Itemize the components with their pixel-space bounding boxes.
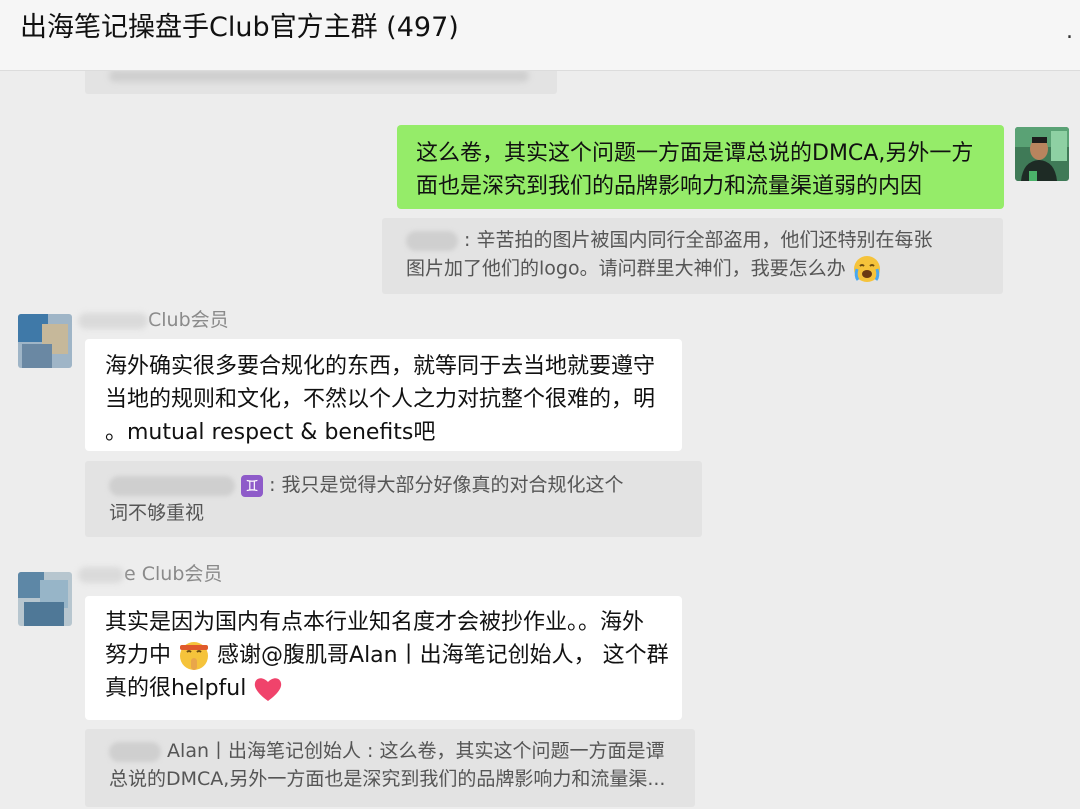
message-bubble[interactable]: 海外确实很多要合规化的东西，就等同于去当地就要遵守 当地的规则和文化，不然以个人… — [85, 339, 682, 451]
chat-title: 出海笔记操盘手Club官方主群 (497) — [20, 12, 459, 43]
quote-text: 总说的DMCA,另外一方面也是深究到我们的品牌影响力和流量渠... — [109, 768, 666, 790]
more-options-icon[interactable]: . — [1066, 18, 1073, 46]
blurred-username — [109, 741, 161, 762]
message-text: 努力中 — [105, 643, 172, 668]
sender-avatar[interactable] — [18, 314, 72, 368]
sender-avatar[interactable] — [18, 572, 72, 626]
message-bubble[interactable]: 其实是因为国内有点本行业知名度才会被抄作业。。海外 努力中 感谢@腹肌哥Alan… — [85, 596, 682, 720]
quote-text: : 我只是觉得大部分好像真的对合规化这个 — [269, 474, 624, 496]
chat-header: 出海笔记操盘手Club官方主群 (497) . — [0, 0, 1080, 71]
quote-block[interactable]: : 辛苦拍的图片被国内同行全部盗用，他们还特别在每张 图片加了他们的logo。请… — [382, 218, 1003, 294]
message-line: 海外确实很多要合规化的东西，就等同于去当地就要遵守 — [105, 354, 656, 379]
quote-text: Alan丨出海笔记创始人 : 这么卷，其实这个问题一方面是谭 — [167, 740, 665, 762]
quote-block[interactable]: Alan丨出海笔记创始人 : 这么卷，其实这个问题一方面是谭 总说的DMCA,另… — [85, 729, 695, 807]
quote-block[interactable]: ♊ : 我只是觉得大部分好像真的对合规化这个 词不够重视 — [85, 461, 702, 537]
blurred-sender-prefix — [78, 312, 148, 329]
blurred-username — [109, 475, 235, 496]
message-text: 感谢@腹肌哥Alan丨出海笔记创始人， 这个群 — [217, 643, 669, 668]
avatar-blurred-icon — [18, 572, 72, 626]
sender-name: Club会员 — [78, 308, 229, 332]
avatar-blurred-icon — [18, 314, 72, 368]
message-bubble-self[interactable]: 这么卷，其实这个问题一方面是谭总说的DMCA,另外一方 面也是深究到我们的品牌影… — [397, 125, 1004, 209]
blurred-username — [406, 230, 458, 251]
blurred-sender-prefix — [78, 566, 124, 583]
shushing-emoji-icon — [180, 642, 209, 670]
gemini-badge-icon: ♊ — [241, 474, 264, 497]
quote-text: 图片加了他们的logo。请问群里大神们，我要怎么办 — [406, 257, 846, 280]
message-line: 其实是因为国内有点本行业知名度才会被抄作业。。海外 — [105, 610, 645, 635]
heart-icon — [255, 678, 282, 701]
self-avatar[interactable] — [1015, 127, 1069, 181]
message-line: 当地的规则和文化，不然以个人之力对抗整个很难的，明 — [105, 387, 656, 412]
message-line: 。mutual respect & benefits吧 — [105, 420, 436, 445]
sender-name: e Club会员 — [78, 562, 222, 586]
crying-emoji-icon — [853, 256, 880, 282]
quote-text: 词不够重视 — [109, 502, 205, 524]
message-text: 真的很helpful — [105, 676, 247, 701]
quote-text: : 辛苦拍的图片被国内同行全部盗用，他们还特别在每张 — [464, 229, 933, 251]
avatar-photo-icon — [1015, 127, 1069, 181]
message-line: 这么卷，其实这个问题一方面是谭总说的DMCA,另外一方 — [416, 141, 974, 166]
message-line: 面也是深究到我们的品牌影响力和流量渠道弱的内因 — [416, 174, 923, 199]
